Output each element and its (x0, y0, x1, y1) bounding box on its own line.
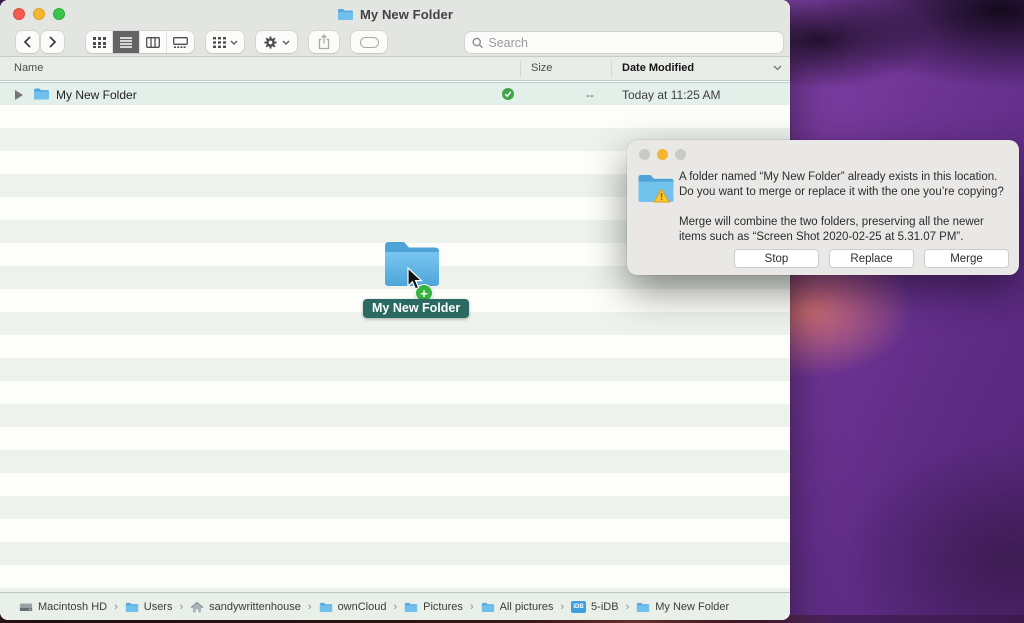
grid-icon (92, 36, 106, 48)
path-item-users[interactable]: Users (125, 600, 173, 613)
group-button[interactable] (206, 31, 244, 53)
merge-button[interactable]: Merge (924, 249, 1009, 268)
column-header-name[interactable]: Name (14, 62, 43, 74)
path-item-label: All pictures (499, 600, 554, 613)
column-header-date-modified[interactable]: Date Modified (622, 62, 694, 74)
merge-dialog: A folder named “My New Folder” already e… (627, 140, 1019, 275)
column-divider[interactable] (611, 60, 612, 77)
search-input[interactable] (488, 35, 776, 50)
chevron-right-icon (49, 36, 57, 48)
stop-button[interactable]: Stop (734, 249, 819, 268)
list-view-button[interactable] (113, 31, 140, 53)
dialog-message-secondary: Merge will combine the two folders, pres… (679, 216, 984, 243)
dialog-message: A folder named “My New Folder” already e… (679, 170, 1011, 245)
breadcrumb-separator: › (179, 600, 184, 613)
column-header-size[interactable]: Size (531, 62, 552, 74)
path-item-label: Macintosh HD (38, 600, 108, 613)
tag-icon (359, 36, 379, 48)
share-icon (318, 34, 330, 50)
path-item-label: My New Folder (655, 600, 730, 613)
columns-icon (146, 36, 160, 48)
back-button[interactable] (16, 31, 39, 53)
action-button[interactable] (256, 31, 297, 53)
home-icon (190, 601, 204, 612)
column-view-button[interactable] (140, 31, 167, 53)
sync-complete-badge-icon (502, 88, 514, 100)
view-switcher (86, 31, 194, 53)
group-icon (212, 36, 226, 48)
folder-icon (319, 602, 332, 612)
file-date-modified: Today at 11:25 AM (622, 88, 721, 102)
folder-icon (637, 602, 650, 612)
chevron-down-icon (230, 40, 237, 45)
sort-chevron-icon (773, 65, 782, 71)
path-item-all-pictures[interactable]: All pictures (481, 600, 554, 613)
breadcrumb-separator: › (469, 600, 474, 613)
breadcrumb-separator: › (393, 600, 398, 613)
search-field[interactable] (465, 32, 783, 53)
column-divider[interactable] (520, 60, 521, 77)
path-item-5-idb[interactable]: iDB 5-iDB (571, 600, 619, 613)
icon-view-button[interactable] (86, 31, 113, 53)
breadcrumb-separator: › (560, 600, 565, 613)
tag-button[interactable] (351, 31, 387, 53)
idb-folder-icon: iDB (571, 600, 587, 613)
folder-icon (338, 9, 353, 20)
list-icon (120, 36, 132, 48)
path-item-sandywrittenhouse[interactable]: sandywrittenhouse (190, 601, 301, 613)
toolbar (0, 28, 790, 57)
drag-label: My New Folder (363, 299, 470, 318)
forward-button[interactable] (41, 31, 64, 53)
path-item-owncloud[interactable]: ownCloud (319, 600, 387, 613)
folder-icon (405, 602, 418, 612)
chevron-left-icon (23, 36, 31, 48)
folder-icon (125, 602, 138, 612)
path-item-label: sandywrittenhouse (209, 600, 301, 613)
file-size: -- (586, 88, 594, 102)
dialog-minimize-button[interactable] (657, 149, 668, 160)
window-title: My New Folder (359, 6, 454, 22)
share-button[interactable] (309, 31, 339, 53)
dialog-message-primary: A folder named “My New Folder” already e… (679, 171, 1004, 198)
gear-icon (264, 35, 277, 49)
gallery-view-button[interactable] (167, 31, 194, 53)
breadcrumb-separator: › (625, 600, 630, 613)
path-item-label: Users (143, 600, 173, 613)
search-icon (472, 37, 483, 48)
warning-badge-icon (653, 188, 670, 203)
dialog-close-button[interactable] (639, 149, 650, 160)
file-name: My New Folder (56, 88, 137, 102)
chevron-down-icon (282, 40, 290, 45)
path-bar: Macintosh HD › Users › sandywrittenhouse › own… (0, 592, 790, 620)
hard-drive-icon (19, 603, 33, 611)
gallery-icon (173, 36, 188, 48)
dialog-window-controls (639, 149, 686, 160)
path-item-my-new-folder[interactable]: My New Folder (636, 601, 729, 613)
path-item-label: 5-iDB (591, 600, 619, 613)
table-row[interactable]: My New Folder -- Today at 11:25 AM (0, 82, 790, 105)
replace-button[interactable]: Replace (829, 249, 914, 268)
window-title-area: My New Folder (0, 0, 790, 28)
path-item-label: Pictures (423, 600, 463, 613)
folder-icon (34, 88, 49, 100)
title-bar: My New Folder (0, 0, 790, 28)
mouse-cursor-icon (407, 267, 424, 290)
desktop: My New Folder Search Name Size Date Modi… (0, 0, 1024, 623)
dialog-zoom-button[interactable] (675, 149, 686, 160)
folder-icon (481, 602, 494, 612)
disclosure-triangle-icon[interactable] (15, 90, 23, 100)
list-header: Name Size Date Modified (0, 57, 790, 81)
breadcrumb-separator: › (114, 600, 118, 613)
dialog-buttons: Stop Replace Merge (734, 249, 1009, 268)
breadcrumb-separator: › (307, 600, 312, 613)
path-item-label: ownCloud (337, 600, 387, 613)
path-item-pictures[interactable]: Pictures (404, 601, 463, 613)
path-item-macintosh-hd[interactable]: Macintosh HD (19, 601, 107, 613)
